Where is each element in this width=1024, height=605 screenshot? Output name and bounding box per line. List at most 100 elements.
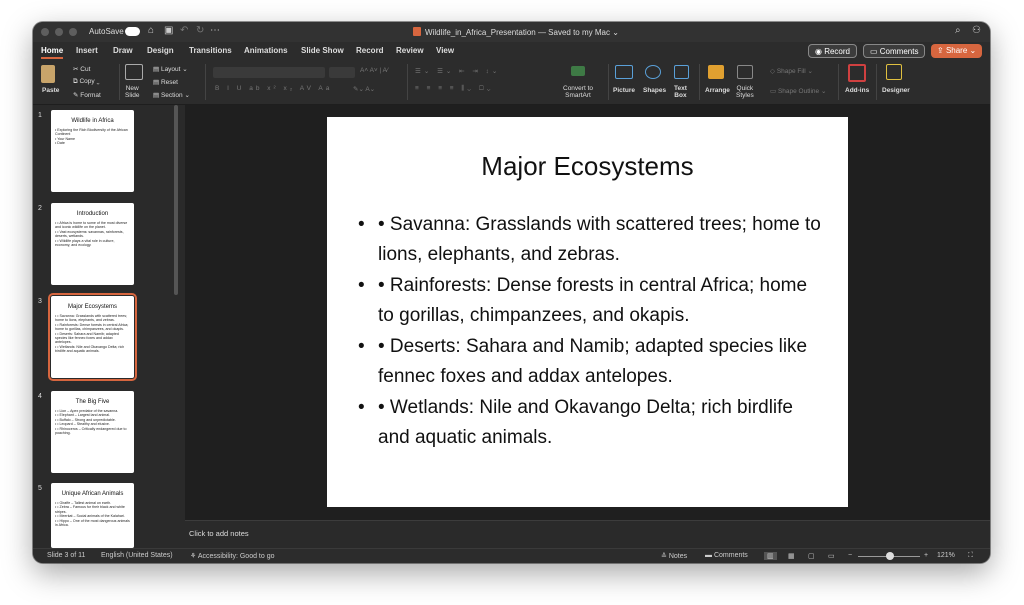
normal-view-icon[interactable]: ▥ [764,552,777,560]
arrange-icon[interactable] [708,65,724,79]
tab-transitions[interactable]: Transitions [189,46,232,55]
save-icon[interactable]: ▣ [164,25,173,36]
new-slide-button[interactable]: New Slide [125,85,139,99]
arrange-button[interactable]: Arrange [705,87,730,94]
convert-label-1: Convert to [563,85,593,92]
zoom-out-icon[interactable]: − [848,552,852,559]
cut-button[interactable]: ✂ Cut [73,65,90,73]
search-icon[interactable]: ⌕ [955,25,961,36]
paragraph-buttons[interactable]: ☰⌄ ☰⌄ ⇤ ⇥ ↕⌄ [415,67,500,75]
tab-review[interactable]: Review [396,46,424,55]
thumbnail-title: The Big Five [75,399,110,405]
convert-smartart-button[interactable]: Convert to SmartArt [563,85,593,99]
tab-draw[interactable]: Draw [113,46,133,55]
bullet-text: • Deserts: Sahara and Namib; adapted spe… [378,336,808,387]
shape-fill-button[interactable]: ◇ Shape Fill ⌄ [770,67,813,75]
thumbnail-bullet: • • Hippo – One of the most dangerous an… [55,518,130,528]
shapes-icon[interactable] [645,65,661,79]
redo-icon[interactable]: ↻ [196,25,204,36]
comments-toggle[interactable]: ▬ Comments [705,552,748,559]
slide-thumbnail-1[interactable]: Wildlife in Africa • Exploring the Rich … [51,110,134,192]
thumbnail-bullet: • Date [55,141,65,146]
paste-button[interactable]: Paste [42,87,59,94]
reset-button[interactable]: ▤ Reset [153,78,178,86]
designer-icon[interactable] [886,64,902,80]
font-color-buttons[interactable]: ✎⌄ A⌄ [353,85,375,93]
record-button[interactable]: ◉ Record [808,44,857,58]
share-button[interactable]: ⇪ Share ⌄ [931,44,983,58]
section-label: Section [160,92,183,99]
slide-thumbnail-5[interactable]: Unique African Animals • • Giraffe – Tal… [51,483,134,548]
tab-view[interactable]: View [436,46,454,55]
tab-insert[interactable]: Insert [76,46,98,55]
text-format-buttons[interactable]: B I U ab x² x₂ AV Aa [215,85,332,92]
zoom-window-button[interactable] [69,28,77,36]
bullet-dot: • [358,214,365,235]
add-ins-icon[interactable] [848,64,866,82]
comments-button[interactable]: ▭ Comments [863,44,926,58]
shape-outline-button[interactable]: ▭ Shape Outline ⌄ [770,87,826,95]
notes-pane[interactable]: Click to add notes [185,520,990,548]
tab-slide-show[interactable]: Slide Show [301,46,344,55]
thumbnail-number: 3 [38,298,42,305]
notes-toggle[interactable]: ≙ Notes [661,552,687,560]
tab-home[interactable]: Home [41,46,63,55]
smartart-icon[interactable] [571,66,585,76]
record-label: Record [824,47,850,56]
quick-styles-button[interactable]: Quick Styles [736,85,754,99]
section-button[interactable]: ▤ Section ⌄ [153,91,190,99]
tab-record[interactable]: Record [356,46,384,55]
slide-thumbnail-2[interactable]: Introduction • • Africa is home to some … [51,203,134,285]
reading-view-icon[interactable]: ▢ [808,552,815,560]
document-title-text: Wildlife_in_Africa_Presentation — Saved … [425,28,619,37]
copy-button[interactable]: ⧉ Copy ⌄ [73,78,100,86]
autosave-toggle[interactable] [125,27,140,36]
people-icon[interactable]: ⚇ [972,25,981,36]
thumbnail-bullet: • • Wildlife plays a vital role in cultu… [55,238,115,248]
bullet-dot: • [358,336,365,357]
zoom-level[interactable]: 121% [937,552,955,559]
thumbnail-title: Major Ecosystems [67,304,117,310]
text-box-label-2: Box [674,92,687,99]
add-ins-button[interactable]: Add-ins [845,87,869,94]
fit-to-window-icon[interactable]: ⛶ [968,552,973,560]
home-icon[interactable]: ⌂ [148,25,154,36]
zoom-slider-handle[interactable] [886,552,894,560]
language-indicator[interactable]: English (United States) [101,552,173,559]
slideshow-icon[interactable]: ▭ [828,552,835,560]
undo-icon[interactable]: ↶ [180,25,188,36]
picture-button[interactable]: Picture [613,87,635,94]
slide-sorter-icon[interactable]: ▦ [788,552,795,560]
more-icon[interactable]: ⋯ [210,25,220,36]
thumbnail-bullet: • • Zebra – Famous for their black and w… [55,505,125,514]
text-box-icon[interactable] [674,65,689,79]
font-name-select[interactable] [213,67,325,78]
shapes-button[interactable]: Shapes [643,87,666,94]
tab-design[interactable]: Design [147,46,174,55]
layout-button[interactable]: ▤ Layout ⌄ [153,65,188,73]
slide-body-text[interactable]: • • Savanna: Grasslands with scattered tr… [358,210,828,454]
slide-thumbnail-3[interactable]: Major Ecosystems • • Savanna: Grasslands… [48,293,137,381]
slide-title[interactable]: Major Ecosystems [327,151,848,182]
slide-thumbnail-4[interactable]: The Big Five • • Lion – Apex predator of… [51,391,134,473]
current-slide[interactable]: Major Ecosystems • • Savanna: Grasslands … [327,117,848,507]
format-painter-button[interactable]: ✎ Format [73,91,101,99]
tab-animations[interactable]: Animations [244,46,288,55]
notes-placeholder: Click to add notes [189,529,249,538]
close-window-button[interactable] [41,28,49,36]
zoom-in-icon[interactable]: + [924,552,928,559]
minimize-window-button[interactable] [55,28,63,36]
accessibility-status[interactable]: ⚘ Accessibility: Good to go [190,552,275,560]
text-box-button[interactable]: Text Box [674,85,687,99]
align-buttons[interactable]: ≡ ≡ ≡ ≡ ⫼⌄ ▢⌄ [415,85,493,93]
thumbnail-scrollbar[interactable] [174,105,178,295]
new-slide-icon[interactable] [125,64,143,80]
font-size-buttons[interactable]: A˄ A˅ | A⁄ [360,67,388,74]
comments-label: Comments [879,47,919,56]
clipboard-icon[interactable] [41,65,55,83]
thumbnail-bullet: • • Rainforests: Dense forests in centra… [55,322,129,332]
picture-icon[interactable] [615,65,633,79]
designer-button[interactable]: Designer [882,87,910,94]
quick-styles-icon[interactable] [737,65,753,79]
font-size-select[interactable] [329,67,355,78]
